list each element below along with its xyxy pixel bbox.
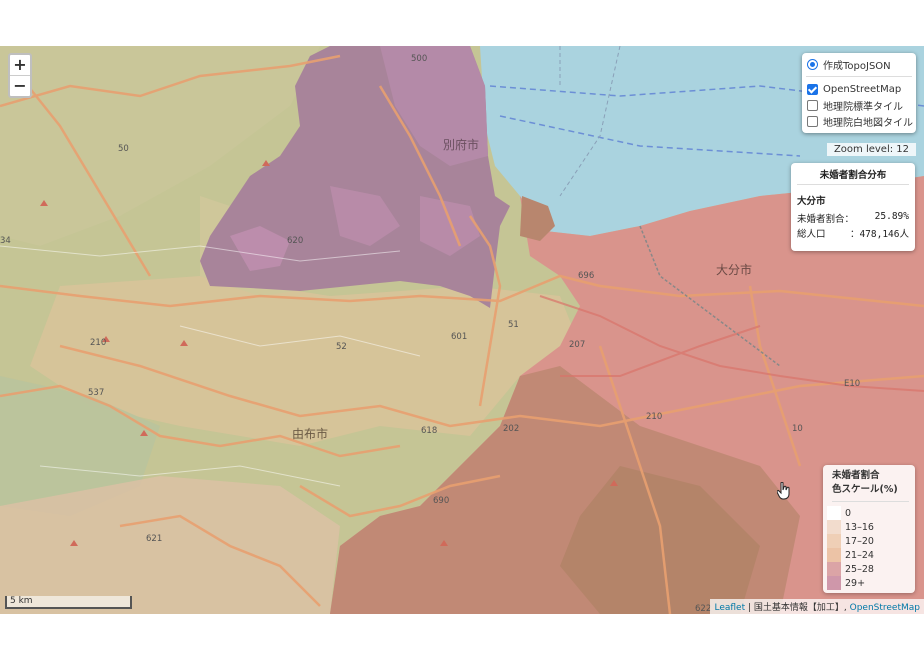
checkbox-icon[interactable] bbox=[807, 99, 818, 111]
overlay-label: 地理院標準タイル bbox=[823, 101, 903, 113]
zoom-level-readout: Zoom level: 12 bbox=[826, 143, 916, 156]
legend-swatch bbox=[827, 562, 841, 576]
info-pop-row: 総人口 ：478,146人 bbox=[797, 226, 909, 241]
legend-item: 21–24 bbox=[823, 548, 915, 562]
info-rate-value: 25.89% bbox=[874, 211, 909, 222]
road-label: 210 bbox=[646, 412, 663, 422]
legend-label: 29+ bbox=[845, 577, 866, 589]
road-label: 618 bbox=[421, 426, 438, 436]
legend-item: 29+ bbox=[823, 576, 915, 590]
road-label: 207 bbox=[569, 340, 586, 350]
layer-divider bbox=[806, 76, 912, 77]
color-legend: 未婚者割合 色スケール(%) 0 13–16 17–20 21–24 25–28 29+ bbox=[823, 465, 915, 593]
zoom-control: + − bbox=[8, 53, 32, 98]
overlay-osm[interactable]: OpenStreetMap bbox=[802, 81, 916, 97]
base-layer-topojson[interactable]: 作成TopoJSON bbox=[802, 56, 916, 72]
map-tiles bbox=[0, 46, 924, 614]
road-label: 202 bbox=[503, 424, 520, 434]
road-label: 621 bbox=[146, 534, 163, 544]
map-canvas[interactable]: 別府市 大分市 由布市 500 50 620 601 51 52 210 537… bbox=[0, 46, 924, 614]
road-label: 622 bbox=[695, 604, 712, 614]
osm-link[interactable]: OpenStreetMap bbox=[850, 603, 920, 613]
layer-control: 作成TopoJSON OpenStreetMap 地理院標準タイル 地理院白地図… bbox=[802, 53, 916, 133]
legend-title-line2: 色スケール(%) bbox=[832, 484, 898, 495]
info-title: 未婚者割合分布 bbox=[797, 167, 909, 185]
place-label-yufu: 由布市 bbox=[292, 427, 329, 441]
legend-swatch bbox=[827, 520, 841, 534]
legend-title: 未婚者割合 色スケール(%) bbox=[832, 469, 909, 502]
legend-label: 17–20 bbox=[845, 535, 874, 547]
base-layer-label: 作成TopoJSON bbox=[823, 60, 891, 72]
road-label: 500 bbox=[411, 54, 428, 64]
zoom-in-button[interactable]: + bbox=[10, 55, 30, 75]
gsi-attribution: | 国土基本情報【加工】, bbox=[745, 603, 850, 613]
info-rate-row: 未婚者割合： 25.89% bbox=[797, 211, 909, 226]
scale-bar: 5 km bbox=[5, 596, 132, 609]
place-label-beppu: 別府市 bbox=[443, 138, 480, 152]
legend-item: 0 bbox=[823, 506, 915, 520]
road-label: 601 bbox=[451, 332, 468, 342]
checkbox-icon[interactable] bbox=[807, 115, 818, 127]
road-label: 620 bbox=[287, 236, 304, 246]
hand-cursor-icon bbox=[777, 482, 790, 500]
info-pop-label: 総人口 bbox=[797, 229, 826, 240]
attribution: Leaflet | 国土基本情報【加工】, OpenStreetMap bbox=[710, 599, 924, 614]
road-label: 690 bbox=[433, 496, 450, 506]
road-label: 10 bbox=[792, 424, 803, 434]
info-rate-label: 未婚者割合： bbox=[797, 214, 855, 225]
legend-item: 13–16 bbox=[823, 520, 915, 534]
place-label-oita: 大分市 bbox=[716, 263, 753, 277]
info-pop-value: ：478,146人 bbox=[849, 229, 909, 240]
road-label: E10 bbox=[844, 379, 861, 389]
road-label: 52 bbox=[336, 342, 347, 352]
road-label: 34 bbox=[0, 236, 11, 246]
road-label: 210 bbox=[90, 338, 107, 348]
legend-items: 0 13–16 17–20 21–24 25–28 29+ bbox=[823, 506, 915, 590]
road-label: 50 bbox=[118, 144, 129, 154]
legend-item: 17–20 bbox=[823, 534, 915, 548]
legend-label: 25–28 bbox=[845, 563, 874, 575]
overlay-label: OpenStreetMap bbox=[823, 83, 902, 95]
legend-swatch bbox=[827, 506, 841, 520]
zoom-out-button[interactable]: − bbox=[10, 75, 30, 96]
road-label: 51 bbox=[508, 320, 519, 330]
overlay-gsi-standard[interactable]: 地理院標準タイル bbox=[802, 97, 916, 113]
legend-label: 0 bbox=[845, 507, 852, 519]
legend-item: 25–28 bbox=[823, 562, 915, 576]
leaflet-link[interactable]: Leaflet bbox=[714, 603, 745, 613]
radio-icon[interactable] bbox=[807, 58, 818, 70]
checkbox-checked-icon[interactable] bbox=[807, 83, 818, 95]
info-city: 大分市 bbox=[797, 196, 826, 207]
legend-swatch bbox=[827, 534, 841, 548]
road-label: 696 bbox=[578, 271, 595, 281]
legend-title-line1: 未婚者割合 bbox=[832, 470, 880, 481]
road-label: 537 bbox=[88, 388, 105, 398]
overlay-gsi-blank[interactable]: 地理院白地図タイル bbox=[802, 113, 916, 129]
legend-swatch bbox=[827, 576, 841, 590]
legend-swatch bbox=[827, 548, 841, 562]
legend-label: 21–24 bbox=[845, 549, 874, 561]
info-panel: 未婚者割合分布 大分市 未婚者割合： 25.89% 総人口 ：478,146人 bbox=[791, 163, 915, 251]
overlay-label: 地理院白地図タイル bbox=[823, 117, 913, 129]
legend-label: 13–16 bbox=[845, 521, 874, 533]
